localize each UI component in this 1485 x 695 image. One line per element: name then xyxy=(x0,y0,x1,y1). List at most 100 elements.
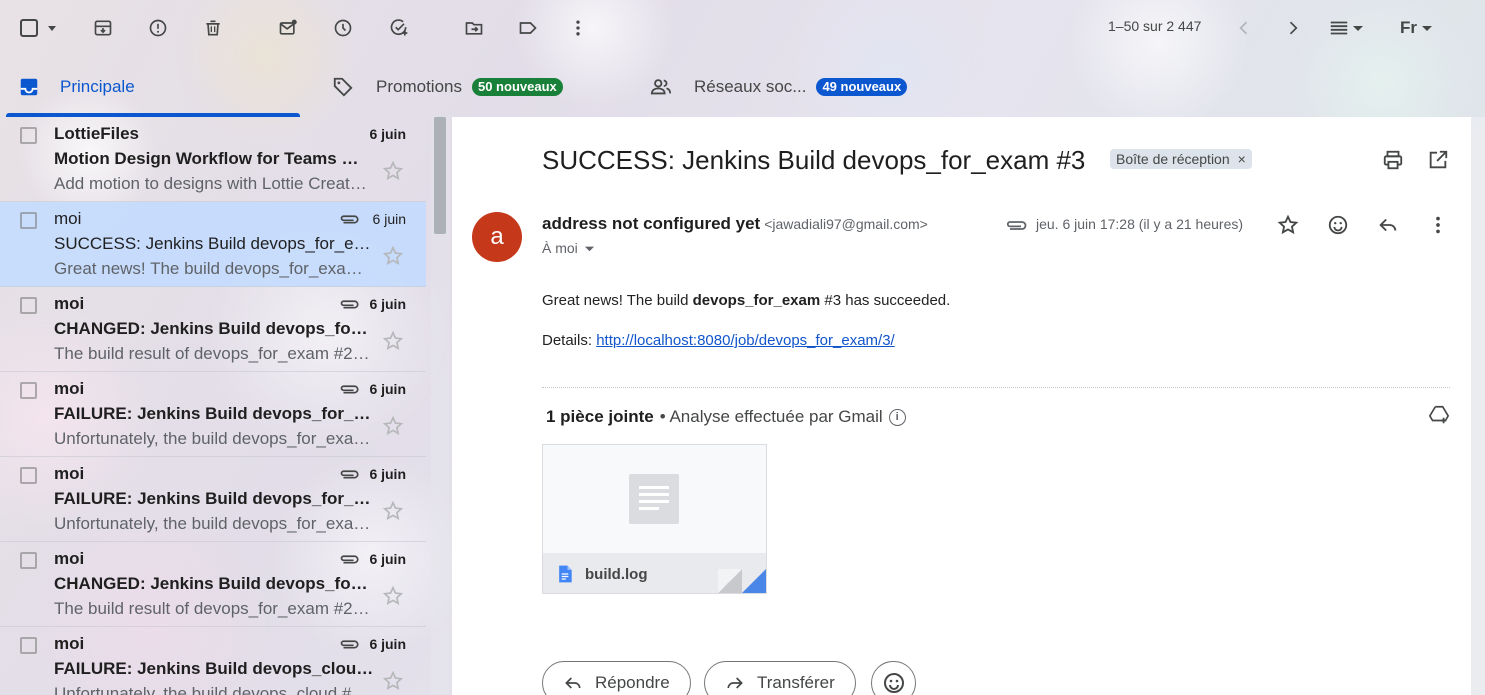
star-icon[interactable] xyxy=(382,585,404,607)
tab-principale[interactable]: Principale xyxy=(18,56,135,117)
emoji-reaction-button[interactable] xyxy=(871,661,916,695)
attachment-name: build.log xyxy=(585,565,648,583)
star-icon[interactable] xyxy=(382,245,404,267)
tab-social[interactable]: Réseaux soc... 49 nouveaux xyxy=(650,56,908,117)
tab-label: Promotions xyxy=(376,76,462,96)
snippet: Add motion to designs with Lottie Creato… xyxy=(54,174,372,193)
newer-chevron-icon[interactable] xyxy=(1230,14,1258,42)
email-row[interactable]: moi 6 juin CHANGED: Jenkins Build devops… xyxy=(0,287,426,372)
snippet: The build result of devops_for_exam #2 h… xyxy=(54,344,372,363)
message-date: jeu. 6 juin 17:28 (il y a 21 heures) xyxy=(1036,216,1244,232)
snippet: The build result of devops_for_exam #2 h… xyxy=(54,599,372,618)
email-row[interactable]: moi 6 juin SUCCESS: Jenkins Build devops… xyxy=(0,202,426,287)
forward-button[interactable]: Transférer xyxy=(704,661,856,695)
row-checkbox[interactable] xyxy=(20,382,37,399)
date: 6 juin xyxy=(369,381,406,397)
reply-label: Répondre xyxy=(595,673,670,692)
open-new-window-icon[interactable] xyxy=(1424,146,1452,174)
row-checkbox[interactable] xyxy=(20,127,37,144)
print-icon[interactable] xyxy=(1379,146,1407,174)
scan-text: • Analyse effectuée par Gmail xyxy=(659,407,883,426)
email-row[interactable]: LottieFiles 6 juin Motion Design Workflo… xyxy=(0,117,426,202)
attachments-count: 1 pièce jointe xyxy=(546,407,654,426)
body-text: #3 has succeeded. xyxy=(820,292,951,309)
attachment-icon xyxy=(340,555,359,564)
attachment-icon xyxy=(340,385,359,394)
inbox-icon xyxy=(20,78,38,95)
add-task-icon[interactable] xyxy=(385,14,413,42)
mark-unread-icon[interactable] xyxy=(274,14,302,42)
people-icon xyxy=(650,78,672,94)
sender-info: address not configured yet <jawadiali97@g… xyxy=(542,214,928,234)
more-vert-icon[interactable] xyxy=(1424,211,1452,239)
email-list: LottieFiles 6 juin Motion Design Workflo… xyxy=(0,117,428,695)
snippet: Great news! The build devops_for_exam #3… xyxy=(54,259,372,278)
star-icon[interactable] xyxy=(382,160,404,182)
label-text: Boîte de réception xyxy=(1116,151,1230,167)
row-checkbox[interactable] xyxy=(20,637,37,654)
message-body: Great news! The build devops_for_exam #3… xyxy=(542,291,950,311)
emoji-icon xyxy=(883,673,904,693)
language-label: Fr xyxy=(1400,18,1417,37)
sender: moi xyxy=(54,379,85,398)
new-count-badge: 50 nouveaux xyxy=(471,77,563,96)
info-icon[interactable]: i xyxy=(888,408,906,426)
subject: FAILURE: Jenkins Build devops_for_exam #… xyxy=(54,404,374,423)
email-row[interactable]: moi 6 juin CHANGED: Jenkins Build devops… xyxy=(0,542,426,627)
row-checkbox[interactable] xyxy=(20,467,37,484)
list-scroll-thumb[interactable] xyxy=(434,117,446,234)
archive-icon[interactable] xyxy=(89,14,117,42)
attachment-icon xyxy=(1006,221,1027,230)
pagination-count: 1–50 sur 2 447 xyxy=(1108,18,1202,34)
sender: moi xyxy=(54,209,82,228)
emoji-reaction-icon[interactable] xyxy=(1324,211,1352,239)
attachment-divider xyxy=(542,387,1450,388)
recipient-details-toggle[interactable]: À moi xyxy=(542,240,595,256)
subject: Motion Design Workflow for Teams — Get s… xyxy=(54,149,374,168)
split-pane-toggle[interactable] xyxy=(1328,14,1376,42)
add-to-drive-icon[interactable] xyxy=(1425,401,1453,429)
more-vert-icon[interactable] xyxy=(564,14,592,42)
sender: moi xyxy=(54,634,85,653)
label-icon[interactable] xyxy=(514,14,542,42)
inbox-label-chip: Boîte de réception × xyxy=(1110,149,1252,169)
row-checkbox[interactable] xyxy=(20,552,37,569)
reply-button[interactable]: Répondre xyxy=(542,661,691,695)
email-row[interactable]: moi 6 juin FAILURE: Jenkins Build devops… xyxy=(0,627,426,695)
move-to-icon[interactable] xyxy=(460,14,488,42)
subject: FAILURE: Jenkins Build devops_cloud #1 xyxy=(54,659,374,678)
report-spam-icon[interactable] xyxy=(144,14,172,42)
select-all-checkbox[interactable] xyxy=(16,14,60,42)
details-link[interactable]: http://localhost:8080/job/devops_for_exa… xyxy=(596,332,895,349)
remove-label-button[interactable]: × xyxy=(1238,151,1246,167)
attachment-icon xyxy=(340,470,359,479)
delete-icon[interactable] xyxy=(199,14,227,42)
tab-promotions[interactable]: Promotions 50 nouveaux xyxy=(332,56,563,117)
forward-icon xyxy=(727,677,743,689)
star-icon[interactable] xyxy=(382,330,404,352)
star-icon[interactable] xyxy=(382,500,404,522)
attachment-icon xyxy=(340,300,359,309)
caret-down-icon xyxy=(1422,26,1432,31)
star-icon[interactable] xyxy=(382,670,404,692)
tab-label: Principale xyxy=(60,76,135,96)
subject: FAILURE: Jenkins Build devops_for_exam #… xyxy=(54,489,374,508)
row-checkbox[interactable] xyxy=(20,297,37,314)
star-icon[interactable] xyxy=(1274,211,1302,239)
tab-label: Réseaux soc... xyxy=(694,76,807,96)
email-row[interactable]: moi 6 juin FAILURE: Jenkins Build devops… xyxy=(0,457,426,542)
email-row[interactable]: moi 6 juin FAILURE: Jenkins Build devops… xyxy=(0,372,426,457)
attachments-header: 1 pièce jointe • Analyse effectuée par G… xyxy=(546,407,906,427)
corner-fold xyxy=(718,569,742,593)
attachment-card[interactable]: build.log xyxy=(542,444,767,594)
reply-icon[interactable] xyxy=(1374,211,1402,239)
input-tools-button[interactable]: Fr xyxy=(1400,14,1450,42)
row-checkbox[interactable] xyxy=(20,212,37,229)
google-doc-icon xyxy=(559,565,572,583)
older-chevron-icon[interactable] xyxy=(1279,14,1307,42)
pane-scrollbar[interactable] xyxy=(1471,117,1485,695)
avatar: a xyxy=(472,212,522,262)
star-icon[interactable] xyxy=(382,415,404,437)
attachment-preview xyxy=(543,445,766,553)
snooze-icon[interactable] xyxy=(329,14,357,42)
